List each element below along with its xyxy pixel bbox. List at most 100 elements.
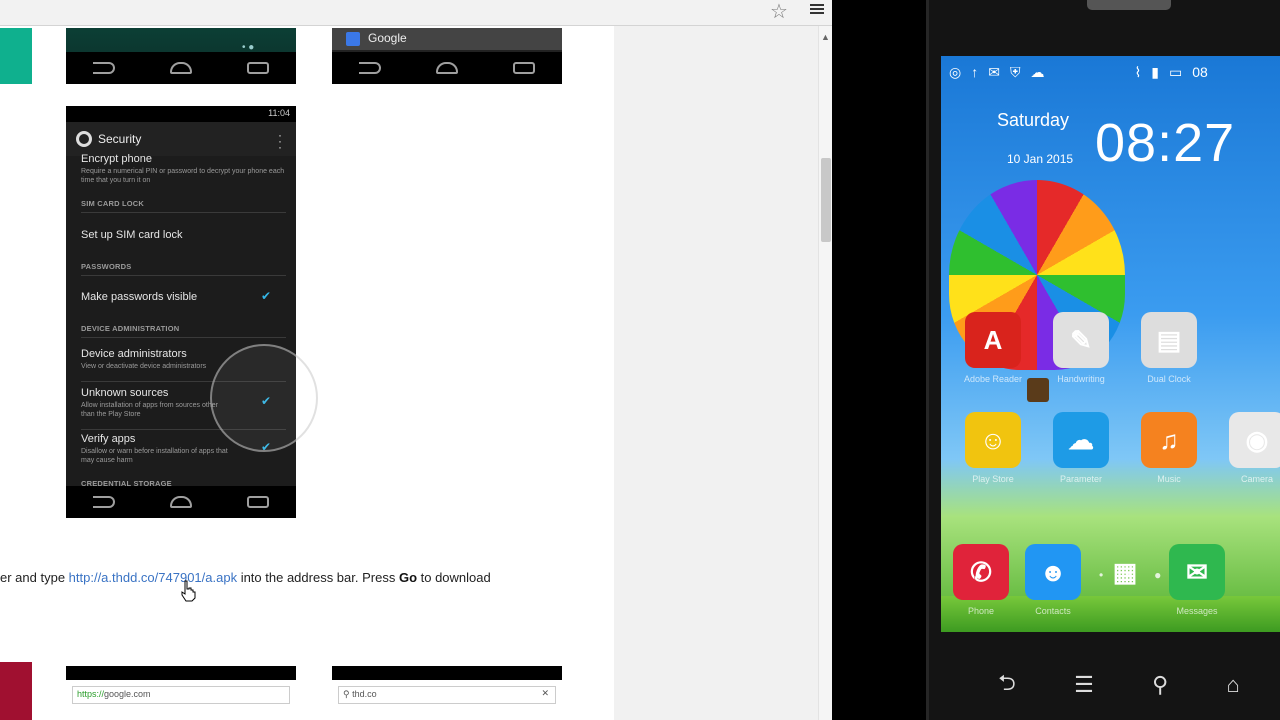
app-label: Music (1157, 474, 1181, 484)
android-navbar (66, 52, 296, 84)
app-grid-icon[interactable]: ▦ (1097, 544, 1153, 600)
tutorial-screenshot-home: • ● (66, 28, 296, 84)
setting-label: Make passwords visible (81, 291, 198, 303)
back-icon (93, 496, 116, 508)
setting-label: Set up SIM card lock (81, 229, 183, 241)
browser-toolbar: ☆ (0, 0, 832, 26)
phone-home-screen[interactable]: ◎ ↑ ✉ ⛨ ☁ ⌇ ▮ ▭ 08 Saturday 10 Jan 2015 … (941, 56, 1280, 632)
divider (81, 212, 286, 213)
apk-download-link[interactable]: http://a.thdd.co/747901/a.apk (69, 570, 237, 585)
app-label: Handwriting (1057, 374, 1105, 384)
divider (81, 337, 286, 338)
google-label: Google (368, 31, 407, 45)
scroll-up-arrow-icon[interactable]: ▲ (821, 32, 830, 42)
weather-car-icon[interactable]: ☁ (1053, 412, 1109, 468)
phone-bezel: ◎ ↑ ✉ ⛨ ☁ ⌇ ▮ ▭ 08 Saturday 10 Jan 2015 … (926, 0, 1280, 720)
recents-icon (512, 62, 535, 74)
search-icon[interactable]: ⚲ (1152, 672, 1168, 698)
clock-widget-time[interactable]: 08:27 (1095, 112, 1235, 174)
instruction-middle: into the address bar. Press (237, 570, 399, 585)
music-note-icon[interactable]: ♫ (1141, 412, 1197, 468)
setting-label: Verify apps (81, 433, 136, 445)
clock-widget-date: 10 Jan 2015 (1007, 152, 1074, 166)
android-status-bar: 11:04 (66, 106, 296, 122)
android-navbar (66, 486, 296, 518)
search-icon: ⚲ (343, 689, 353, 699)
wifi-icon: ⌇ (1134, 63, 1142, 80)
app-label: Parameter (1059, 474, 1103, 484)
app-label: Dual Clock (1147, 374, 1191, 384)
browser-url-bar: https://google.com (72, 686, 290, 704)
messages-icon[interactable]: ✉ (1169, 544, 1225, 600)
phone-call-icon[interactable]: ✆ (953, 544, 1009, 600)
vertical-scrollbar[interactable]: ▲ (818, 26, 832, 720)
home-icon (435, 62, 458, 74)
setting-sublabel: Require a numerical PIN or password to d… (81, 168, 285, 184)
clock-widget-day: Saturday (997, 110, 1070, 130)
app-label: Adobe Reader (963, 374, 1023, 384)
status-time: 08 (1192, 64, 1208, 80)
scroll-thumb[interactable] (821, 158, 831, 242)
phone-status-bar: ◎ ↑ ✉ ⛨ ☁ ⌇ ▮ ▭ 08 (941, 56, 1280, 88)
checkmark-icon: ✔ (261, 289, 272, 303)
setting-label: Encrypt phone (81, 153, 152, 165)
battery-icon: ▭ (1169, 63, 1183, 80)
camera-icon[interactable]: ◉ (1229, 412, 1280, 468)
tutorial-screenshot-browser: 11:05 https://google.com (66, 666, 296, 720)
overflow-menu-icon: · · · (278, 128, 282, 154)
home-icon (169, 496, 192, 508)
security-title: Security (98, 132, 142, 146)
screen-recording-frame: ☆ ▲ • ● Google 11:04 Security · · · Encr… (0, 0, 1280, 720)
android-navbar (332, 52, 562, 84)
cloud-icon: ☁ (1030, 63, 1045, 80)
home-icon[interactable]: ⌂ (1227, 672, 1240, 698)
instruction-suffix: to download (417, 570, 491, 585)
instruction-prefix: er and type (0, 570, 69, 585)
url-scheme: https:// (77, 689, 105, 699)
clock-widget-icon[interactable]: ▤ (1141, 312, 1197, 368)
section-header: PASSWORDS (81, 262, 132, 271)
menu-icon[interactable]: ☰ (1074, 672, 1094, 698)
setting-sim-lock: Set up SIM card lock (81, 229, 286, 241)
status-time: 11:05 (268, 667, 290, 677)
app-label: Phone (967, 606, 995, 616)
bookmark-star-icon[interactable]: ☆ (770, 0, 788, 24)
back-icon[interactable]: ⮌ (998, 666, 1016, 704)
instruction-go: Go (398, 570, 418, 585)
section-header: SIM CARD LOCK (81, 199, 145, 208)
google-bar: Google (332, 28, 562, 50)
notes-pen-icon[interactable]: ✎ (1053, 312, 1109, 368)
earpiece-speaker (1087, 0, 1171, 10)
app-label: Messages (1176, 606, 1218, 616)
security-header: Security · · · (66, 122, 296, 156)
app-label: Play Store (972, 474, 1014, 484)
status-time: 11:04 (268, 108, 290, 118)
divider (81, 275, 286, 276)
hamburger-menu-icon[interactable] (810, 2, 824, 16)
playstore-bag-icon[interactable]: ☺ (965, 412, 1021, 468)
setting-passwords-visible: Make passwords visible (81, 291, 286, 303)
setting-label: Device administrators (81, 348, 187, 360)
contacts-icon[interactable]: ☻ (1025, 544, 1081, 600)
shield-icon: ⛨ (1009, 63, 1021, 80)
section-header: DEVICE ADMINISTRATION (81, 324, 180, 333)
whatsapp-icon: ◎ (949, 63, 962, 80)
setting-encrypt-phone: Encrypt phone Require a numerical PIN or… (81, 153, 286, 185)
tutorial-screenshot-partial (0, 28, 32, 84)
search-field: ⚲ thd.co ✕ (338, 686, 556, 704)
recents-icon (246, 62, 269, 74)
page-gutter (614, 26, 818, 720)
url-host: google.com (104, 689, 151, 699)
app-label: Camera (1240, 474, 1273, 484)
hand-cursor-icon (181, 580, 196, 602)
pdf-reader-icon[interactable]: A (965, 312, 1021, 368)
clear-icon: ✕ (541, 688, 549, 698)
home-icon (169, 62, 192, 74)
back-icon (359, 62, 382, 74)
recents-icon (246, 496, 269, 508)
browser-window: ☆ ▲ • ● Google 11:04 Security · · · Encr… (0, 0, 832, 720)
touch-indicator (210, 344, 318, 452)
tutorial-screenshot-search: 11:05 ⚲ thd.co ✕ (332, 666, 562, 720)
setting-sublabel: Allow installation of apps from sources … (81, 402, 218, 418)
tutorial-screenshot-security: 11:04 Security · · · Encrypt phone Require… (66, 106, 296, 518)
